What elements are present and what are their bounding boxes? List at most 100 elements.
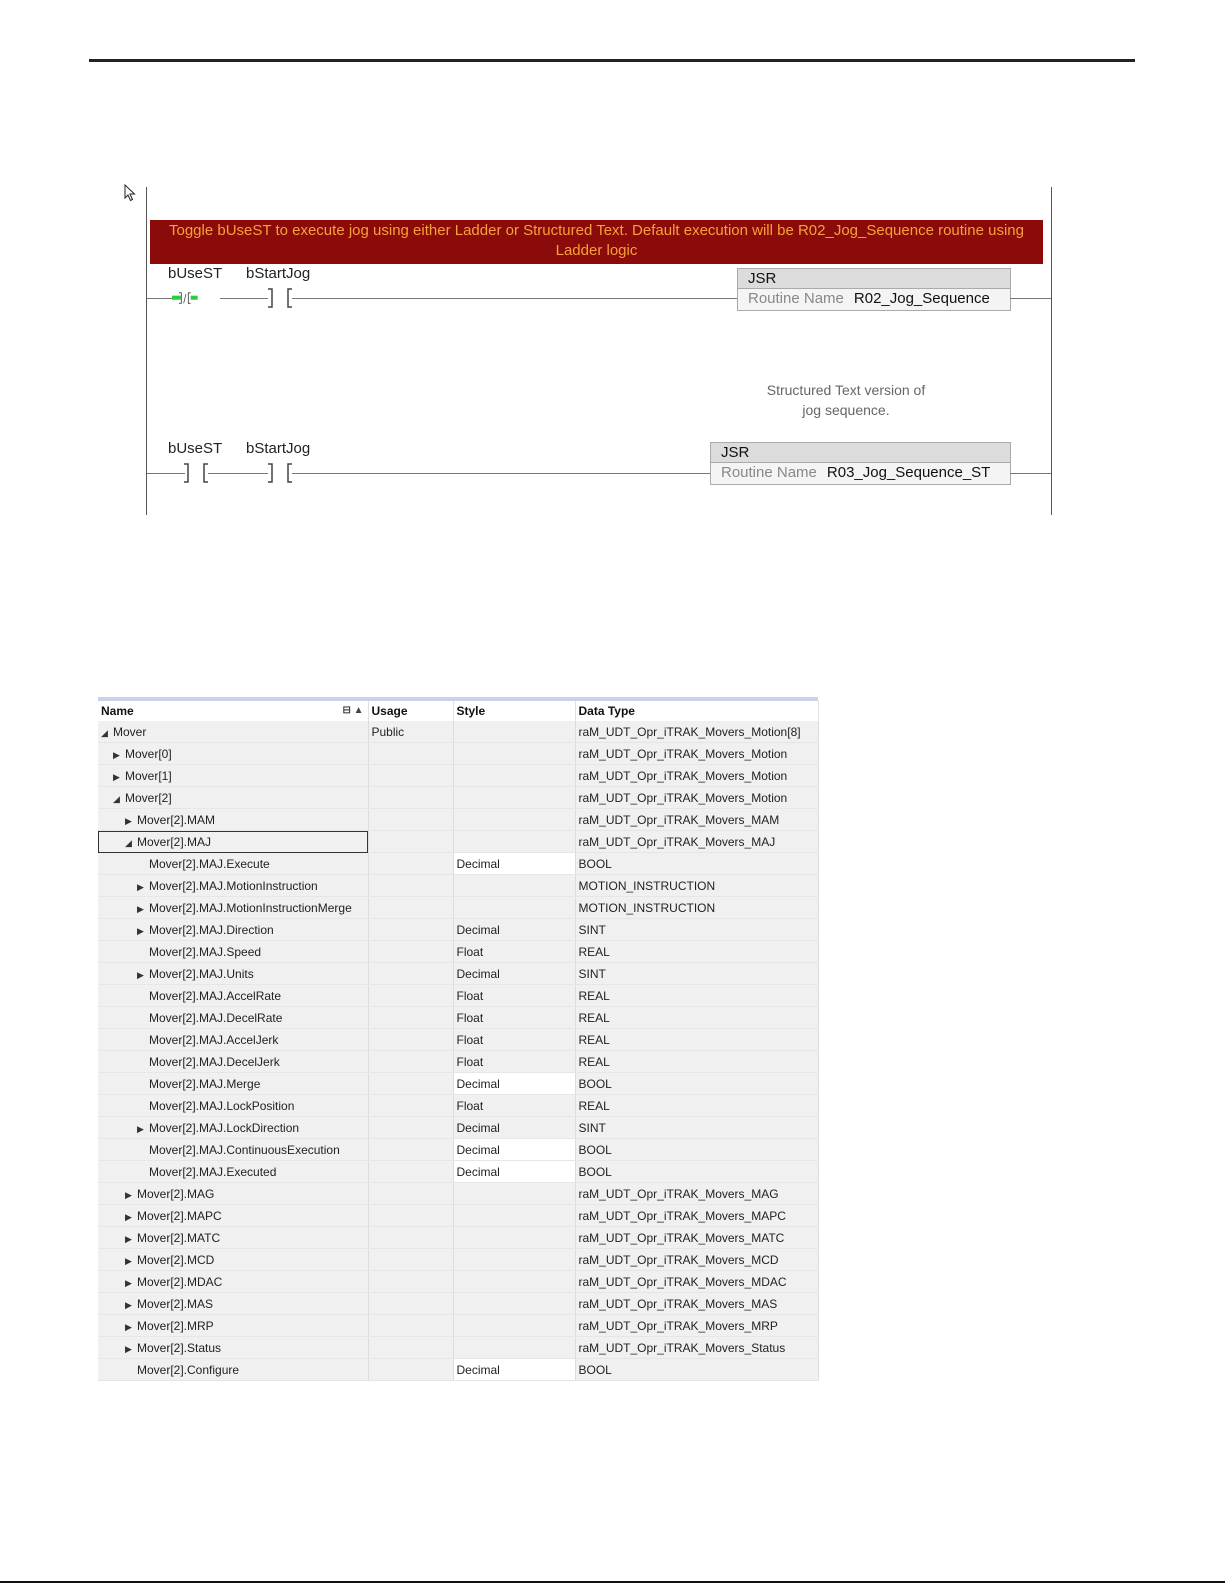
data-type-cell[interactable]: raM_UDT_Opr_iTRAK_Movers_MDAC: [575, 1270, 819, 1293]
tag-name-cell[interactable]: Mover[2].MAJ.Execute: [98, 852, 369, 875]
data-type-cell[interactable]: raM_UDT_Opr_iTRAK_Movers_Motion[8]: [575, 721, 819, 743]
usage-cell[interactable]: [368, 1358, 454, 1381]
usage-cell[interactable]: [368, 874, 454, 897]
tag-name-cell[interactable]: Mover[2].MAJ.Executed: [98, 1160, 369, 1183]
style-cell[interactable]: [453, 742, 576, 765]
usage-cell[interactable]: [368, 1094, 454, 1117]
tag-name-cell[interactable]: ▶ Mover[1]: [98, 764, 369, 787]
rung-comment-banner[interactable]: Toggle bUseST to execute jog using eithe…: [150, 220, 1043, 264]
data-type-cell[interactable]: SINT: [575, 1116, 819, 1139]
style-cell[interactable]: Decimal: [453, 1160, 576, 1183]
style-cell[interactable]: Decimal: [453, 1072, 576, 1095]
data-type-cell[interactable]: SINT: [575, 962, 819, 985]
collapse-triangle-icon[interactable]: ◢: [101, 728, 113, 739]
table-row[interactable]: ▶ Mover[2].MAG raM_UDT_Opr_iTRAK_Movers_MA…: [98, 1182, 819, 1205]
expand-triangle-icon[interactable]: ▶: [125, 1256, 137, 1267]
data-type-cell[interactable]: raM_UDT_Opr_iTRAK_Movers_MATC: [575, 1226, 819, 1249]
rung1-xio-contact[interactable]: [172, 288, 200, 308]
usage-cell[interactable]: [368, 1160, 454, 1183]
tag-name-cell[interactable]: ▶ Mover[2].MAJ.MotionInstructionMerge: [98, 896, 369, 919]
style-cell[interactable]: Decimal: [453, 1138, 576, 1161]
tag-name-cell[interactable]: ▶ Mover[2].MRP: [98, 1314, 369, 1337]
data-type-cell[interactable]: raM_UDT_Opr_iTRAK_Movers_MAPC: [575, 1204, 819, 1227]
data-type-cell[interactable]: SINT: [575, 918, 819, 941]
rung2-xic-contact[interactable]: [182, 463, 210, 483]
table-row[interactable]: ◢ Mover[2].MAJ raM_UDT_Opr_iTRAK_Movers_MA…: [98, 830, 819, 853]
data-type-cell[interactable]: REAL: [575, 1050, 819, 1073]
table-row[interactable]: ◢ Mover Public raM_UDT_Opr_iTRAK_Movers_Mot…: [98, 721, 819, 743]
data-type-cell[interactable]: raM_UDT_Opr_iTRAK_Movers_MAJ: [575, 830, 819, 853]
data-type-cell[interactable]: raM_UDT_Opr_iTRAK_Movers_Motion: [575, 742, 819, 765]
expand-triangle-icon[interactable]: ▶: [125, 1212, 137, 1223]
rung2-contact2-tag[interactable]: bStartJog: [246, 440, 310, 457]
table-row[interactable]: Mover[2].MAJ.ContinuousExecution Decimal B…: [98, 1138, 819, 1161]
data-type-cell[interactable]: MOTION_INSTRUCTION: [575, 874, 819, 897]
usage-cell[interactable]: [368, 1336, 454, 1359]
style-cell[interactable]: [453, 808, 576, 831]
data-type-cell[interactable]: raM_UDT_Opr_iTRAK_Movers_MRP: [575, 1314, 819, 1337]
table-row[interactable]: ◢ Mover[2] raM_UDT_Opr_iTRAK_Movers_Motion: [98, 786, 819, 809]
jsr-comment[interactable]: Structured Text version of jog sequence.: [766, 380, 926, 420]
tag-name-cell[interactable]: Mover[2].MAJ.DecelRate: [98, 1006, 369, 1029]
table-row[interactable]: Mover[2].MAJ.Speed Float REAL: [98, 940, 819, 963]
style-cell[interactable]: Float: [453, 984, 576, 1007]
table-row[interactable]: ▶ Mover[2].MRP raM_UDT_Opr_iTRAK_Movers_MR…: [98, 1314, 819, 1337]
table-row[interactable]: Mover[2].MAJ.LockPosition Float REAL: [98, 1094, 819, 1117]
tag-name-cell[interactable]: ▶ Mover[2].MDAC: [98, 1270, 369, 1293]
table-row[interactable]: ▶ Mover[0] raM_UDT_Opr_iTRAK_Movers_Motion: [98, 742, 819, 765]
style-cell[interactable]: Decimal: [453, 1116, 576, 1139]
style-cell[interactable]: [453, 764, 576, 787]
tag-name-cell[interactable]: ◢ Mover[2]: [98, 786, 369, 809]
style-cell[interactable]: [453, 1226, 576, 1249]
expand-triangle-icon[interactable]: ▶: [125, 1190, 137, 1201]
expand-triangle-icon[interactable]: ▶: [125, 816, 137, 827]
table-row[interactable]: ▶ Mover[2].MAJ.Direction Decimal SINT: [98, 918, 819, 941]
data-type-cell[interactable]: BOOL: [575, 1072, 819, 1095]
rung1-contact2-tag[interactable]: bStartJog: [246, 265, 310, 282]
expand-triangle-icon[interactable]: ▶: [113, 750, 125, 761]
expand-triangle-icon[interactable]: ▶: [125, 1234, 137, 1245]
rung2-contact1-tag[interactable]: bUseST: [168, 440, 222, 457]
routine-name-value[interactable]: R03_Jog_Sequence_ST: [827, 464, 990, 481]
style-cell[interactable]: [453, 786, 576, 809]
expand-triangle-icon[interactable]: ▶: [113, 772, 125, 783]
usage-cell[interactable]: [368, 1270, 454, 1293]
style-cell[interactable]: [453, 1182, 576, 1205]
usage-cell[interactable]: [368, 742, 454, 765]
style-cell[interactable]: Float: [453, 940, 576, 963]
usage-cell[interactable]: [368, 940, 454, 963]
tag-name-cell[interactable]: ▶ Mover[2].MATC: [98, 1226, 369, 1249]
table-row[interactable]: ▶ Mover[2].MAS raM_UDT_Opr_iTRAK_Movers_MA…: [98, 1292, 819, 1315]
tag-name-cell[interactable]: ◢ Mover: [98, 721, 369, 743]
style-cell[interactable]: [453, 1292, 576, 1315]
table-row[interactable]: Mover[2].Configure Decimal BOOL: [98, 1358, 819, 1381]
data-type-cell[interactable]: REAL: [575, 940, 819, 963]
tag-name-cell[interactable]: ▶ Mover[2].MAJ.MotionInstruction: [98, 874, 369, 897]
usage-cell[interactable]: [368, 1116, 454, 1139]
table-row[interactable]: Mover[2].MAJ.DecelJerk Float REAL: [98, 1050, 819, 1073]
tag-name-cell[interactable]: Mover[2].MAJ.ContinuousExecution: [98, 1138, 369, 1161]
data-type-cell[interactable]: raM_UDT_Opr_iTRAK_Movers_Motion: [575, 786, 819, 809]
table-row[interactable]: Mover[2].MAJ.Merge Decimal BOOL: [98, 1072, 819, 1095]
table-row[interactable]: ▶ Mover[2].MATC raM_UDT_Opr_iTRAK_Movers_M…: [98, 1226, 819, 1249]
expand-triangle-icon[interactable]: ▶: [125, 1344, 137, 1355]
table-row[interactable]: ▶ Mover[2].Status raM_UDT_Opr_iTRAK_Movers…: [98, 1336, 819, 1359]
tag-name-cell[interactable]: Mover[2].MAJ.Merge: [98, 1072, 369, 1095]
expand-triangle-icon[interactable]: ▶: [125, 1278, 137, 1289]
style-cell[interactable]: [453, 830, 576, 853]
tag-name-cell[interactable]: ▶ Mover[2].MCD: [98, 1248, 369, 1271]
table-row[interactable]: ▶ Mover[2].MAJ.MotionInstruction MOTION_IN…: [98, 874, 819, 897]
expand-triangle-icon[interactable]: ▶: [137, 904, 149, 915]
column-header-style[interactable]: Style: [453, 701, 576, 721]
table-row[interactable]: ▶ Mover[2].MDAC raM_UDT_Opr_iTRAK_Movers_M…: [98, 1270, 819, 1293]
expand-triangle-icon[interactable]: ▶: [125, 1300, 137, 1311]
table-row[interactable]: Mover[2].MAJ.DecelRate Float REAL: [98, 1006, 819, 1029]
table-row[interactable]: Mover[2].MAJ.Executed Decimal BOOL: [98, 1160, 819, 1183]
sort-ascending-icon[interactable]: ⊟ ▲: [342, 705, 363, 716]
data-type-cell[interactable]: REAL: [575, 984, 819, 1007]
expand-triangle-icon[interactable]: ▶: [137, 926, 149, 937]
data-type-cell[interactable]: REAL: [575, 1094, 819, 1117]
rung1-contact1-tag[interactable]: bUseST: [168, 265, 222, 282]
table-row[interactable]: ▶ Mover[2].MCD raM_UDT_Opr_iTRAK_Movers_MC…: [98, 1248, 819, 1271]
usage-cell[interactable]: [368, 1204, 454, 1227]
